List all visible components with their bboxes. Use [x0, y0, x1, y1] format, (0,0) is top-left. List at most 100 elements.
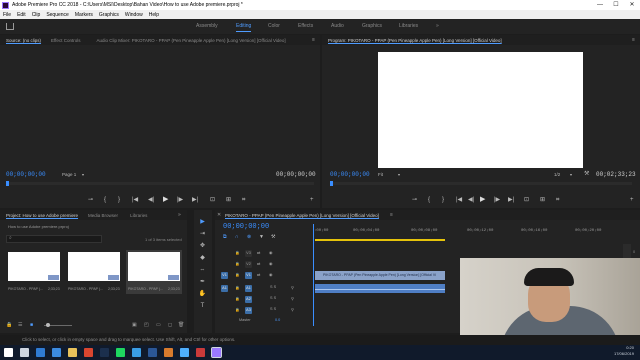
project-item-thumbnail-selected[interactable] — [128, 252, 180, 281]
workspace-graphics[interactable]: Graphics — [362, 23, 382, 29]
magnet-snap-icon[interactable]: ∩ — [235, 234, 239, 240]
menu-clip[interactable]: Clip — [32, 12, 41, 18]
app-icon[interactable] — [132, 348, 141, 357]
new-file-icon[interactable]: ◻ — [168, 322, 172, 328]
source-panel-menu-icon[interactable]: ≡ — [312, 37, 315, 43]
microphone-icon[interactable]: ⚲ — [291, 307, 294, 312]
step-back-icon[interactable]: ◀| — [468, 197, 474, 204]
close-button[interactable]: ✕ — [624, 0, 640, 10]
program-panel-menu-icon[interactable]: ≡ — [632, 37, 635, 43]
tab-project[interactable]: Project: How to use Adobe premiere — [6, 213, 78, 218]
maximize-button[interactable]: ☐ — [608, 0, 624, 10]
insert-icon[interactable]: ⊡ — [210, 197, 215, 204]
premiere-icon[interactable] — [211, 347, 222, 358]
lock-icon[interactable]: 🔒 — [235, 307, 240, 312]
video-clip[interactable]: PIKOTARO - PPAP (Pen Pineapple Apple Pen… — [315, 271, 445, 280]
menu-help[interactable]: Help — [149, 12, 159, 18]
track-label[interactable]: A3 — [245, 307, 252, 314]
source-playhead[interactable] — [6, 181, 9, 186]
list-view-icon[interactable]: ☰ — [18, 322, 22, 328]
add-marker-icon[interactable]: ⊸ — [412, 197, 417, 204]
track-label[interactable]: V1 — [245, 272, 252, 279]
workspace-audio[interactable]: Audio — [331, 23, 344, 29]
mark-out-icon[interactable]: } — [442, 197, 444, 204]
tab-program[interactable]: Program: PIKOTARO - PPAP (Pen Pineapple … — [328, 38, 502, 43]
folder-icon[interactable]: ▭ — [156, 322, 161, 328]
mark-out-icon[interactable]: } — [118, 197, 120, 204]
date[interactable]: 17/06/2019 — [614, 351, 634, 357]
trash-icon[interactable]: 🗑 — [178, 322, 184, 328]
step-forward-icon[interactable]: |▶ — [494, 197, 500, 204]
slip-tool-icon[interactable]: ⇔ — [198, 266, 207, 275]
linked-selection-icon[interactable]: ⊗ — [247, 234, 251, 240]
master-volume[interactable]: 0.0 — [275, 318, 280, 322]
sync-lock-icon[interactable]: ⇄ — [257, 272, 260, 277]
play-icon[interactable]: ▶ — [480, 196, 485, 203]
step-forward-icon[interactable]: |▶ — [177, 197, 183, 204]
type-tool-icon[interactable]: T — [198, 302, 207, 311]
spotify-icon[interactable] — [116, 348, 125, 357]
program-scrubber[interactable] — [330, 182, 632, 185]
project-more-icon[interactable]: » — [178, 212, 181, 218]
menu-markers[interactable]: Markers — [75, 12, 93, 18]
ripple-edit-tool-icon[interactable]: ✥ — [198, 242, 207, 251]
hand-tool-icon[interactable]: ✋ — [198, 290, 207, 299]
icon-view-icon[interactable]: ■ — [30, 322, 33, 328]
close-icon[interactable]: ✕ — [217, 212, 221, 218]
timeline-timecode[interactable]: 00;00;00;00 — [223, 223, 269, 231]
windows-icon[interactable] — [4, 348, 13, 357]
go-to-in-icon[interactable]: |◀ — [456, 197, 462, 204]
program-add-button-icon[interactable]: + — [630, 197, 634, 204]
add-marker-icon[interactable]: ▼ — [259, 234, 264, 240]
source-page-select[interactable]: Page 1 — [62, 172, 76, 177]
go-to-out-icon[interactable]: ▶| — [508, 197, 514, 204]
menu-graphics[interactable]: Graphics — [99, 12, 119, 18]
app2-icon[interactable] — [180, 348, 189, 357]
tab-media-browser[interactable]: Media Browser — [88, 213, 118, 218]
resolution-select[interactable]: 1/2 — [554, 172, 560, 177]
project-item-thumbnail[interactable] — [68, 252, 120, 281]
home-icon[interactable] — [6, 23, 14, 30]
project-item-thumbnail[interactable] — [8, 252, 60, 281]
timeline-menu-icon[interactable]: ≡ — [390, 212, 393, 218]
chevron-down-icon[interactable]: ▾ — [82, 172, 84, 177]
track-label[interactable]: A1 — [245, 285, 252, 292]
lightroom-icon[interactable] — [164, 348, 173, 357]
source-add-button-icon[interactable]: + — [310, 197, 314, 204]
program-playhead[interactable] — [330, 181, 333, 186]
tab-effect-controls[interactable]: Effect Controls — [51, 38, 80, 43]
extract-icon[interactable]: ⊞ — [540, 197, 545, 204]
workspace-effects[interactable]: Effects — [298, 23, 313, 29]
tab-libraries[interactable]: Libraries — [130, 213, 147, 218]
play-icon[interactable]: ▶ — [163, 196, 168, 203]
lock-icon[interactable]: 🔒 — [235, 285, 240, 290]
new-bin-icon[interactable]: ▣ — [132, 322, 137, 328]
track-select-tool-icon[interactable]: ⇥ — [198, 230, 207, 239]
lock-icon[interactable]: 🔒 — [235, 272, 240, 277]
source-patch-a1[interactable]: A1 — [221, 285, 228, 292]
edge-icon[interactable] — [36, 348, 45, 357]
zoom-fit-select[interactable]: Fit — [378, 172, 383, 177]
step-back-icon[interactable]: ◀| — [148, 197, 154, 204]
menu-file[interactable]: File — [3, 12, 11, 18]
selection-tool-icon[interactable]: ▶ — [198, 218, 207, 227]
pen-tool-icon[interactable]: ✒ — [198, 278, 207, 287]
lift-icon[interactable]: ⊡ — [524, 197, 529, 204]
sync-lock-icon[interactable]: ⇄ — [257, 261, 260, 266]
workspace-libraries[interactable]: Libraries — [399, 23, 418, 29]
mute-solo-toggles[interactable]: S S — [270, 307, 276, 311]
lock-icon[interactable]: 🔒 — [6, 322, 12, 328]
go-to-out-icon[interactable]: ▶| — [192, 197, 198, 204]
track-label[interactable]: V2 — [245, 261, 252, 268]
steam-icon[interactable] — [100, 348, 109, 357]
source-timecode[interactable]: 00;00;00;00 — [6, 171, 46, 178]
go-to-in-icon[interactable]: |◀ — [132, 197, 138, 204]
export-frame-icon[interactable]: ⌗ — [242, 197, 245, 204]
export-frame-icon[interactable]: ⌗ — [556, 197, 559, 204]
lock-icon[interactable]: 🔒 — [235, 296, 240, 301]
eye-icon[interactable]: ◉ — [269, 261, 272, 266]
eye-icon[interactable]: ◉ — [269, 250, 272, 255]
workspace-color[interactable]: Color — [268, 23, 280, 29]
chevron-down-icon[interactable]: ▾ — [398, 172, 400, 177]
minimize-button[interactable]: — — [592, 0, 608, 10]
